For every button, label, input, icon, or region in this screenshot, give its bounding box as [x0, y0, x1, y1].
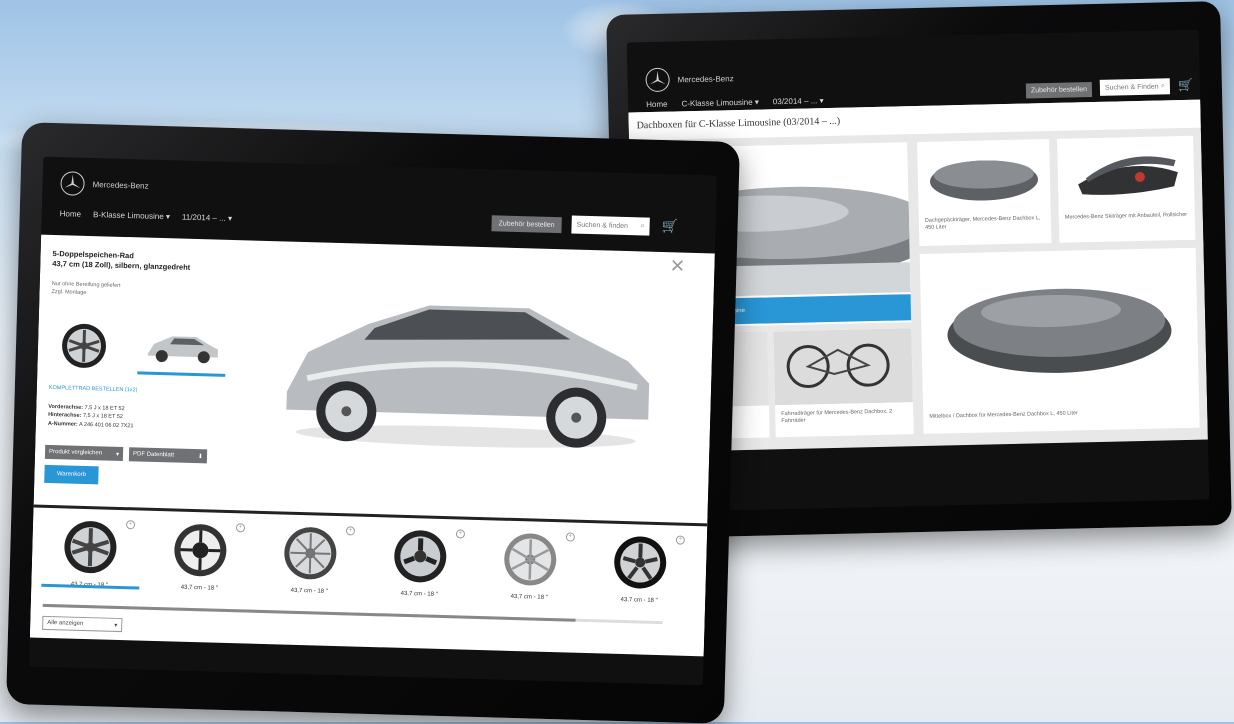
spec-label: Hinterachse:	[48, 412, 81, 419]
wheel-option[interactable]: 43,7 cm - 18 " +	[589, 533, 691, 616]
wheel-label: 43,7 cm - 18 "	[369, 590, 469, 599]
spec-label: Vorderachse:	[48, 404, 83, 411]
nav-period[interactable]: 11/2014 – ... ▾	[182, 213, 232, 223]
pdf-button[interactable]: PDF Datenblatt ⬇	[129, 447, 207, 463]
car-image	[275, 281, 660, 462]
search-placeholder: Suchen & finden	[577, 221, 629, 229]
order-accessories-button[interactable]: Zubehör bestellen	[1026, 82, 1092, 98]
wheel-image	[62, 518, 120, 576]
nav-home[interactable]: Home	[60, 209, 82, 219]
spec-value: 7,5 J x 18 ET 52	[85, 405, 125, 412]
cart-icon[interactable]: 🛒	[1178, 78, 1193, 92]
product-tile[interactable]: Mercedes-Benz Skiträger mit Anbauteil, R…	[1057, 136, 1195, 243]
wheel-image	[611, 534, 669, 592]
product-tile[interactable]: Fahrradträger für Mercedes-Benz Dachbox,…	[773, 328, 913, 437]
wheel-image	[392, 528, 450, 586]
availability-note: Nur ohne Bereifung geliefert Zzgl. Monta…	[51, 281, 120, 298]
thumbnail-selected-indicator	[137, 371, 225, 376]
open-roof-box-image	[1057, 136, 1195, 209]
add-compare-icon[interactable]: +	[236, 523, 245, 532]
brand[interactable]: Mercedes-Benz	[645, 66, 734, 92]
compare-button[interactable]: Produkt vergleichen ▾	[45, 445, 123, 461]
chevron-down-icon: ▾	[116, 450, 119, 457]
cart-icon[interactable]: 🛒	[661, 218, 678, 234]
tile-caption: Fahrradträger für Mercedes-Benz Dachbox,…	[781, 408, 907, 425]
add-compare-icon[interactable]: +	[676, 536, 685, 545]
wheel-option[interactable]: 43,7 cm - 18 " +	[149, 521, 251, 604]
wheel-image	[172, 521, 230, 579]
tile-caption: Dachgepäckträger, Mercedes-Benz Dachbox …	[925, 215, 1045, 232]
wheel-label: 43,7 cm - 18 "	[479, 593, 579, 602]
product-tile[interactable]: Dachgepäckträger, Mercedes-Benz Dachbox …	[917, 139, 1051, 246]
bike-carrier-image	[773, 328, 913, 405]
wheel-label: 43,7 cm - 18 "	[259, 587, 359, 596]
filter-select-value: Alle anzeigen	[47, 620, 83, 627]
main-nav: Home B-Klasse Limousine ▾ 11/2014 – ... …	[60, 209, 233, 223]
search-icon[interactable]: ⌕	[641, 222, 645, 230]
search-placeholder: Suchen & Finden	[1105, 83, 1159, 91]
add-compare-icon[interactable]: +	[456, 529, 465, 538]
roof-box-image	[917, 139, 1051, 212]
product-heading: 5-Doppelspeichen-Rad 43,7 cm (18 Zoll), …	[52, 249, 190, 273]
car-thumbnail[interactable]	[144, 330, 223, 366]
order-accessories-button[interactable]: Zubehör bestellen	[491, 215, 561, 233]
product-tile[interactable]: Mittelbox / Dachbox für Mercedes-Benz Da…	[920, 248, 1200, 434]
roof-box-image	[920, 248, 1199, 404]
add-compare-icon[interactable]: +	[566, 532, 575, 541]
search-icon[interactable]: ⌕	[1161, 82, 1165, 90]
add-compare-icon[interactable]: +	[346, 526, 355, 535]
wheel-option[interactable]: 43,7 cm - 18 " +	[479, 530, 581, 613]
wheel-image	[282, 525, 340, 583]
nav-period[interactable]: 03/2014 – ... ▾	[773, 96, 824, 106]
nav-model[interactable]: B-Klasse Limousine ▾	[93, 210, 170, 221]
filter-select[interactable]: Alle anzeigen ▾	[42, 616, 122, 632]
download-icon: ⬇	[198, 453, 203, 460]
wheel-option[interactable]: 43,7 cm - 18 " +	[259, 524, 361, 607]
wheel-label: 43,7 cm - 18 "	[149, 584, 249, 593]
wheel-image	[501, 531, 559, 589]
spec-label: A-Nummer:	[48, 420, 78, 427]
tile-caption: Mittelbox / Dachbox für Mercedes-Benz Da…	[929, 408, 1193, 421]
chevron-down-icon: ▾	[114, 621, 117, 628]
spec-value: 7,5 J x 18 ET 52	[83, 413, 123, 420]
spec-row: A-Nummer: A 246 401 06 02 7X21	[48, 419, 134, 430]
brand-name: Mercedes-Benz	[92, 180, 148, 191]
close-icon[interactable]: ×	[670, 254, 685, 278]
front-tablet: Mercedes-Benz Home B-Klasse Limousine ▾ …	[6, 122, 740, 724]
wheel-carousel: 43,7 cm - 18 " + 43,7 cm - 18 " + 43,7 c…	[30, 505, 707, 657]
brand[interactable]: Mercedes-Benz	[60, 171, 149, 197]
front-tablet-screen: Mercedes-Benz Home B-Klasse Limousine ▾ …	[29, 157, 717, 686]
nav-model[interactable]: C-Klasse Limousine ▾	[681, 98, 759, 109]
spec-value: A 246 401 06 02 7X21	[79, 421, 134, 429]
add-to-cart-button[interactable]: Warenkorb	[44, 465, 98, 485]
nav-home[interactable]: Home	[646, 100, 668, 109]
mercedes-star-icon	[60, 171, 85, 196]
compare-button-label: Produkt vergleichen	[49, 449, 102, 456]
add-compare-icon[interactable]: +	[126, 520, 135, 529]
main-nav: Home C-Klasse Limousine ▾ 03/2014 – ... …	[646, 96, 824, 109]
specs-list: Vorderachse: 7,5 J x 18 ET 52 Hinterachs…	[48, 403, 134, 430]
complete-wheel-link[interactable]: KOMPLETTRAD BESTELLEN (1x2)	[49, 385, 138, 393]
wheel-label: 43,7 cm - 18 "	[589, 596, 689, 605]
tile-caption: Mercedes-Benz Skiträger mit Anbauteil, R…	[1065, 212, 1189, 222]
product-detail: × 5-Doppelspeichen-Rad 43,7 cm (18 Zoll)…	[30, 235, 715, 654]
search-input[interactable]: Suchen & Finden ⌕	[1100, 78, 1170, 96]
search-input[interactable]: Suchen & finden ⌕	[571, 215, 649, 235]
page-title: Dachboxen für C-Klasse Limousine (03/201…	[637, 116, 841, 132]
mercedes-star-icon	[645, 68, 670, 93]
wheel-option[interactable]: 43,7 cm - 18 " +	[369, 527, 471, 610]
wheel-thumbnail[interactable]	[59, 321, 108, 370]
brand-name: Mercedes-Benz	[678, 74, 734, 84]
pdf-button-label: PDF Datenblatt	[133, 451, 174, 458]
